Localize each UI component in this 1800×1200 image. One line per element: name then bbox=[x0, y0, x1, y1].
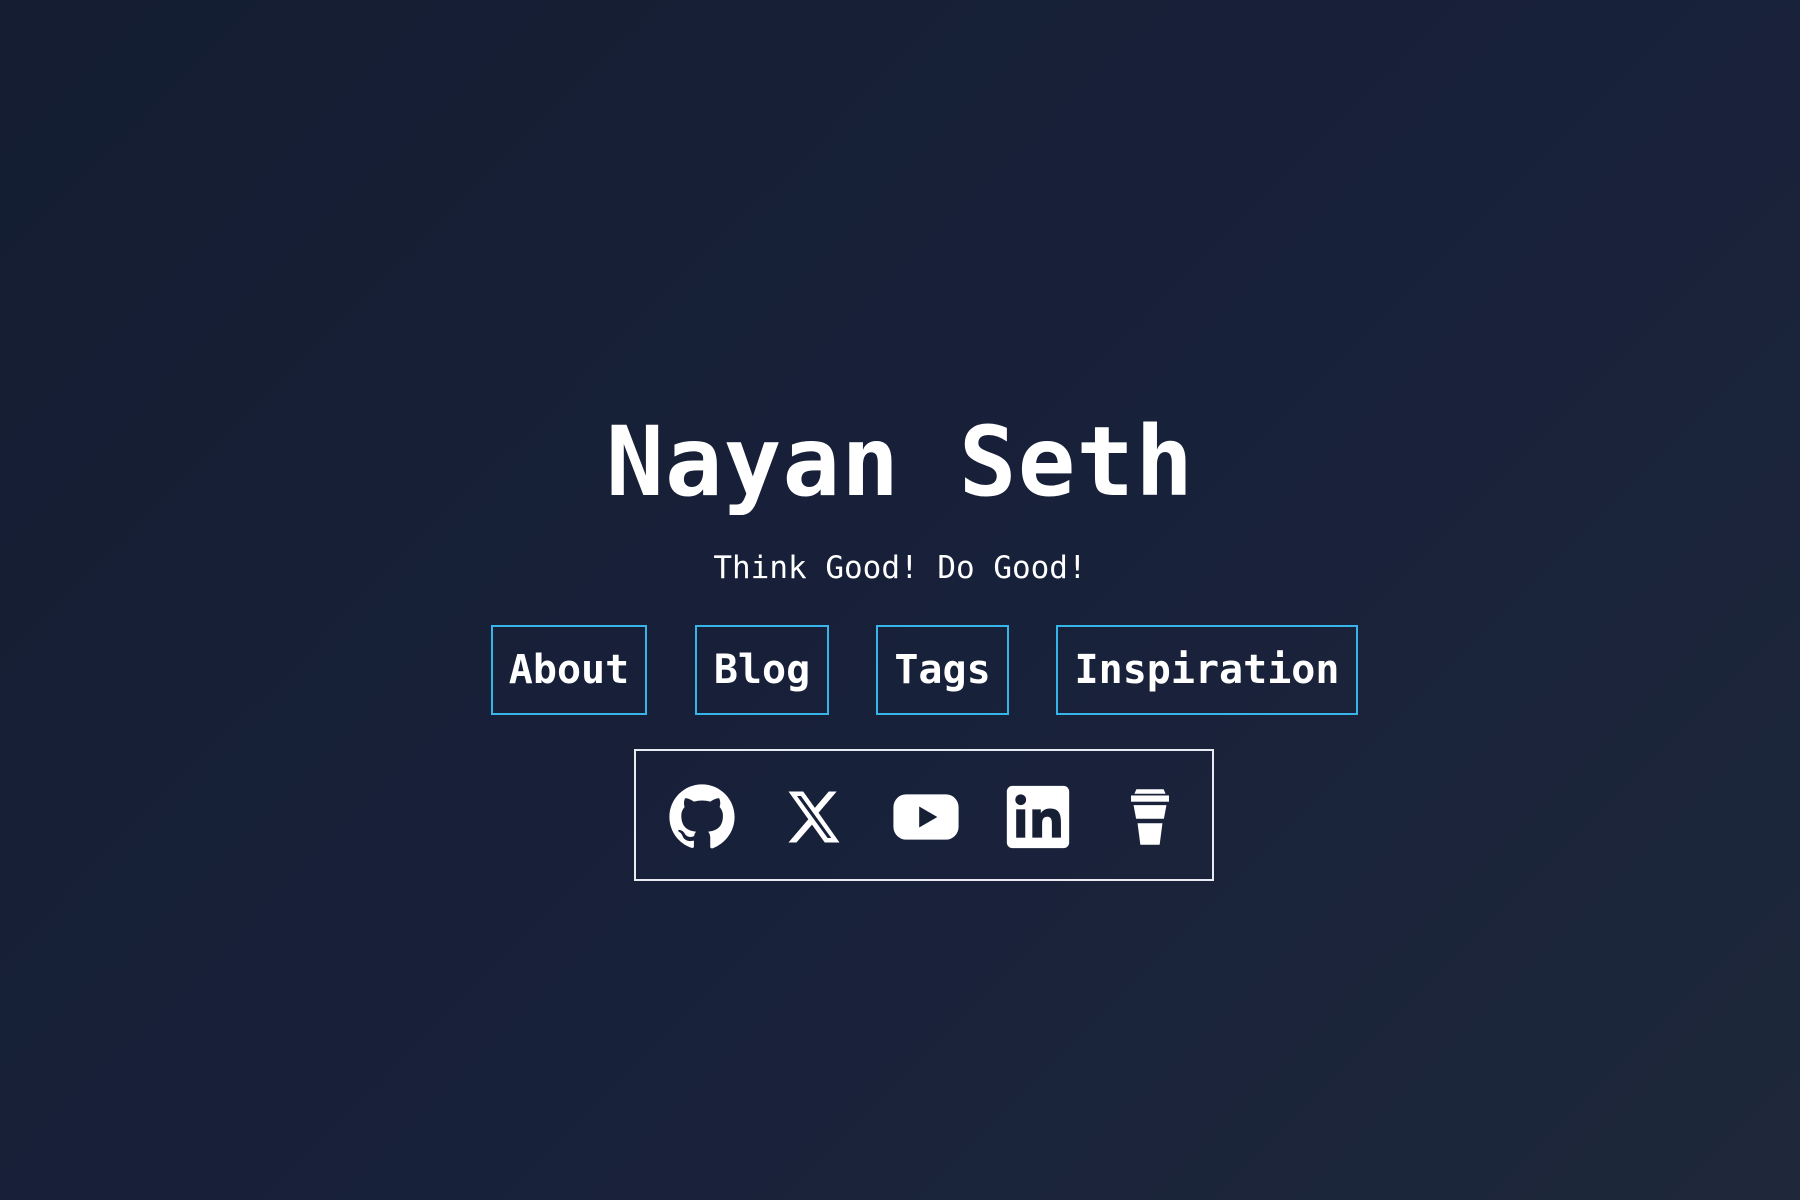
nav-about-button[interactable]: About bbox=[491, 625, 647, 715]
nav-tags-button[interactable]: Tags bbox=[876, 625, 1009, 715]
youtube-icon[interactable] bbox=[892, 783, 960, 851]
x-twitter-icon[interactable] bbox=[780, 783, 848, 851]
nav-blog-button[interactable]: Blog bbox=[695, 625, 829, 715]
site-title: Nayan Seth bbox=[606, 406, 1194, 518]
site-tagline: Think Good! Do Good! bbox=[713, 550, 1087, 586]
social-links-box bbox=[634, 749, 1214, 881]
github-icon[interactable] bbox=[668, 783, 736, 851]
coffee-cup-icon[interactable] bbox=[1116, 783, 1184, 851]
linkedin-icon[interactable] bbox=[1004, 783, 1072, 851]
home-page: Nayan Seth Think Good! Do Good! About Bl… bbox=[0, 0, 1800, 1200]
nav-inspiration-button[interactable]: Inspiration bbox=[1056, 625, 1358, 715]
